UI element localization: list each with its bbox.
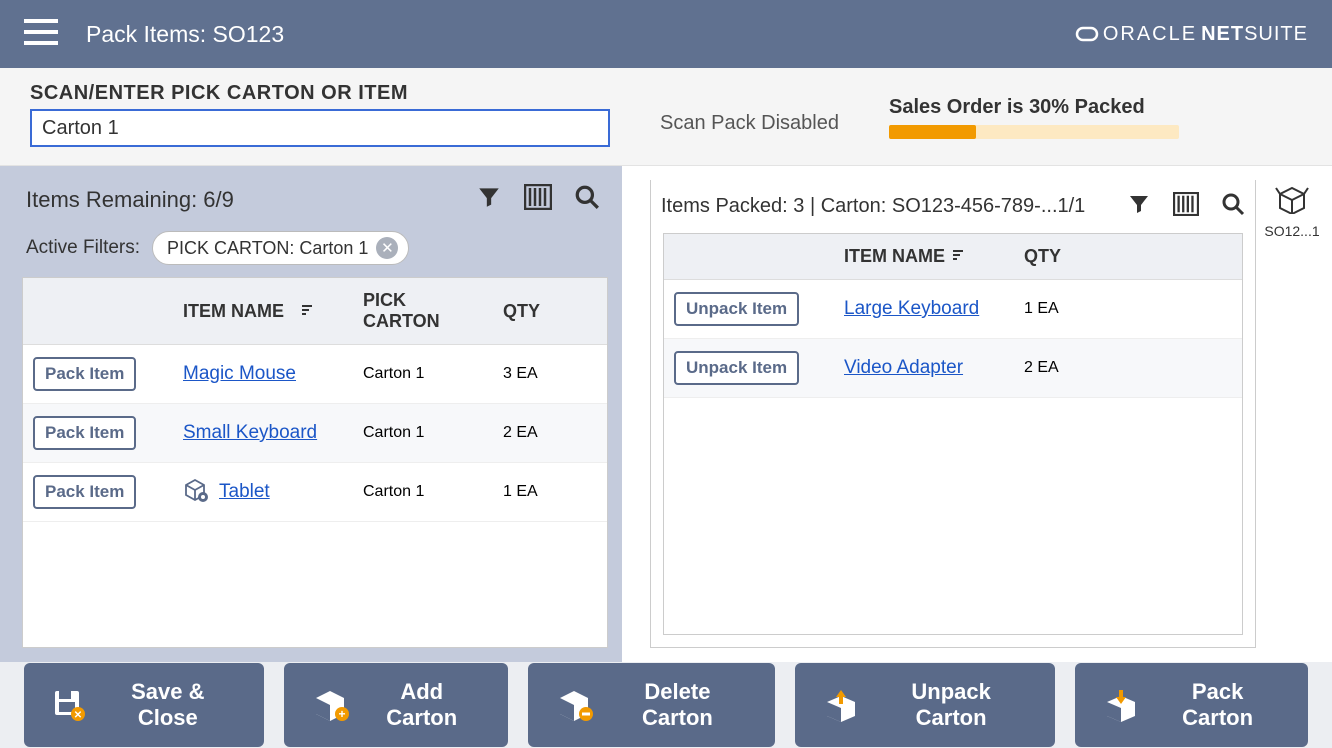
carton-mini-label[interactable]: SO12...1 — [1264, 223, 1319, 239]
qty-cell: 1 EA — [1014, 288, 1094, 330]
pack-item-button[interactable]: Pack Item — [33, 357, 136, 391]
filter-icon[interactable] — [476, 184, 502, 215]
svg-text:+: + — [338, 707, 345, 721]
items-remaining-panel: Items Remaining: 6/9 Active Filters: PIC… — [0, 166, 622, 662]
pack-item-button[interactable]: Pack Item — [33, 475, 136, 509]
item-link[interactable]: Small Keyboard — [183, 422, 317, 444]
items-remaining-title: Items Remaining: 6/9 — [26, 187, 234, 213]
table-row: Pack Item Small Keyboard Carton 12 EA — [23, 404, 607, 463]
search-icon[interactable] — [574, 184, 600, 215]
col-qty[interactable]: QTY — [1014, 234, 1094, 279]
main-area: Items Remaining: 6/9 Active Filters: PIC… — [0, 166, 1332, 662]
active-filters: Active Filters: PICK CARTON: Carton 1 ✕ — [22, 227, 608, 277]
search-icon[interactable] — [1221, 192, 1245, 221]
pack-carton-button[interactable]: Pack Carton — [1075, 663, 1308, 747]
table-row: Unpack Item Video Adapter 2 EA — [664, 339, 1242, 398]
scan-bar: SCAN/ENTER PICK CARTON OR ITEM Scan Pack… — [0, 68, 1332, 166]
delete-carton-button[interactable]: Delete Carton — [528, 663, 775, 747]
col-qty[interactable]: QTY — [493, 278, 573, 344]
pack-item-button[interactable]: Pack Item — [33, 416, 136, 450]
col-item-name[interactable]: ITEM NAME — [834, 234, 1014, 279]
page-title: Pack Items: SO123 — [86, 21, 284, 48]
barcode-icon[interactable] — [524, 184, 552, 215]
item-link[interactable]: Tablet — [219, 481, 270, 503]
table-row: Pack Item Magic Mouse Carton 13 EA — [23, 345, 607, 404]
left-table-head: ITEM NAME PICK CARTON QTY — [23, 278, 607, 345]
qty-cell: 2 EA — [493, 412, 573, 454]
right-header-icons — [1127, 192, 1245, 221]
scan-label: SCAN/ENTER PICK CARTON OR ITEM — [30, 82, 610, 105]
progress-area: Sales Order is 30% Packed — [889, 90, 1179, 139]
box-gear-icon — [183, 477, 209, 508]
left-table-body: Pack ItemMagic MouseCarton 13 EAPack Ite… — [23, 345, 607, 522]
pick-carton-cell: Carton 1 — [353, 353, 493, 395]
unpack-item-button[interactable]: Unpack Item — [674, 292, 799, 326]
pick-carton-cell: Carton 1 — [353, 471, 493, 513]
brand-logo: ORACLE NETSUITE — [1075, 22, 1308, 46]
right-table-head: ITEM NAME QTY — [664, 234, 1242, 280]
progress-label: Sales Order is 30% Packed — [889, 96, 1179, 119]
qty-cell: 1 EA — [493, 471, 573, 513]
add-carton-button[interactable]: + Add Carton — [284, 663, 508, 747]
active-filters-label: Active Filters: — [26, 237, 140, 259]
col-pick-carton[interactable]: PICK CARTON — [353, 278, 493, 344]
open-box-icon[interactable] — [1274, 182, 1310, 219]
sort-icon — [951, 246, 965, 267]
item-link[interactable]: Magic Mouse — [183, 363, 296, 385]
unpack-item-button[interactable]: Unpack Item — [674, 351, 799, 385]
items-remaining-table: ITEM NAME PICK CARTON QTY Pack Item Magic… — [22, 277, 608, 648]
scan-disabled-text: Scan Pack Disabled — [660, 94, 839, 135]
header-left: Pack Items: SO123 — [24, 18, 284, 51]
filter-chip-close-icon[interactable]: ✕ — [376, 237, 398, 259]
carton-sidebar: SO12...1 — [1262, 180, 1322, 648]
menu-icon[interactable] — [24, 18, 58, 51]
sort-icon — [300, 301, 314, 322]
left-panel-header: Items Remaining: 6/9 — [22, 180, 608, 227]
barcode-icon[interactable] — [1173, 192, 1199, 221]
app-header: Pack Items: SO123 ORACLE NETSUITE — [0, 0, 1332, 68]
unpack-carton-button[interactable]: Unpack Carton — [795, 663, 1055, 747]
filter-chip[interactable]: PICK CARTON: Carton 1 ✕ — [152, 231, 409, 265]
footer-actions: ✕ Save & Close + Add Carton Delete Carto… — [0, 662, 1332, 748]
qty-cell: 2 EA — [1014, 347, 1094, 389]
filter-chip-text: PICK CARTON: Carton 1 — [167, 238, 368, 259]
items-packed-panel: Items Packed: 3 | Carton: SO123-456-789-… — [634, 166, 1332, 662]
progress-bar — [889, 125, 1179, 139]
items-packed-inner: Items Packed: 3 | Carton: SO123-456-789-… — [650, 180, 1256, 648]
scan-left: SCAN/ENTER PICK CARTON OR ITEM — [30, 82, 610, 147]
brand-netsuite: NETSUITE — [1201, 23, 1308, 46]
items-packed-title: Items Packed: 3 | Carton: SO123-456-789-… — [661, 195, 1085, 218]
svg-text:✕: ✕ — [74, 710, 82, 721]
table-row: Unpack Item Large Keyboard 1 EA — [664, 280, 1242, 339]
scan-input[interactable] — [30, 109, 610, 147]
filter-icon[interactable] — [1127, 192, 1151, 221]
brand-oracle: ORACLE — [1103, 23, 1197, 46]
col-item-name[interactable]: ITEM NAME — [173, 278, 353, 344]
progress-fill — [889, 125, 976, 139]
item-link[interactable]: Large Keyboard — [844, 298, 979, 320]
save-close-button[interactable]: ✕ Save & Close — [24, 663, 264, 747]
right-panel-header: Items Packed: 3 | Carton: SO123-456-789-… — [651, 180, 1255, 233]
qty-cell: 3 EA — [493, 353, 573, 395]
item-link[interactable]: Video Adapter — [844, 357, 963, 379]
right-table-body: Unpack ItemLarge Keyboard1 EAUnpack Item… — [664, 280, 1242, 398]
pick-carton-cell: Carton 1 — [353, 412, 493, 454]
table-row: Pack Item Tablet Carton 11 EA — [23, 463, 607, 522]
items-packed-table: ITEM NAME QTY Unpack Item Large Keyboard 1… — [663, 233, 1243, 635]
left-header-icons — [476, 184, 600, 215]
